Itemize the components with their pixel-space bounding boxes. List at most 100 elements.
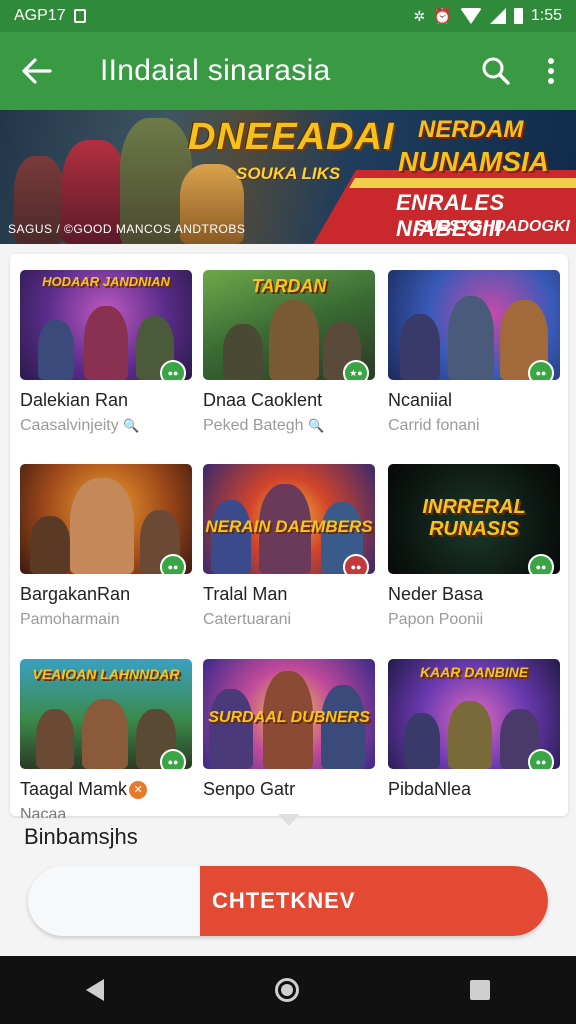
game-logo-text: NERAIN DAEMBERS: [205, 517, 373, 536]
rating-badge: ●●: [160, 749, 186, 769]
game-logo-text: HODAAR JANDNIAN: [42, 274, 170, 289]
character-figure: [269, 300, 319, 380]
character-figure: [30, 516, 70, 574]
character-figure: [321, 685, 365, 769]
game-tile[interactable]: ●● Ncaniial Carrid fonani: [388, 270, 560, 435]
game-subtitle: Pamoharmain: [20, 611, 120, 628]
status-left: AGP17: [14, 7, 86, 25]
banner-subtagline: SUESYGHDADOGKI: [416, 218, 570, 235]
game-subtitle: Nacaa: [20, 806, 67, 818]
nav-back-icon[interactable]: [85, 979, 104, 1001]
alarm-icon: ⏰: [433, 8, 452, 25]
banner-logo-top: NERDAM: [418, 116, 524, 143]
section-pointer: [278, 814, 300, 826]
game-thumbnail: SURDAAL DUBNERS: [203, 659, 375, 769]
character-figure: [448, 296, 494, 380]
game-tile[interactable]: TARDAN ★● Dnaa Caoklent Peked Bategh 🔍: [203, 270, 375, 435]
game-title: Senpo Gatr: [203, 779, 296, 799]
vibrate-icon: ✲: [413, 7, 426, 24]
game-subtitle: Catertuarani: [203, 611, 292, 628]
game-title: Taagal Mamk ✕: [20, 779, 192, 800]
game-thumbnail: HODAAR JANDNIAN ●●: [20, 270, 192, 380]
cta-label: CHTETKNEV: [212, 888, 356, 913]
game-tile[interactable]: INRRERAL RUNASIS ●● Neder Basa Papon Poo…: [388, 464, 560, 629]
status-bar: AGP17 ✲ ⏰ 1:55: [0, 0, 576, 32]
rating-badge: ●●: [160, 360, 186, 380]
banner-yellow-stripe: [349, 178, 576, 188]
clock: 1:55: [530, 7, 562, 24]
rating-badge: ●●: [528, 360, 554, 380]
game-title: BargakanRan: [20, 584, 131, 604]
rating-badge: ●●: [528, 554, 554, 574]
character-figure: [36, 709, 74, 769]
search-button[interactable]: [466, 32, 526, 110]
arrow-left-icon: [22, 58, 52, 84]
wifi-icon: [459, 8, 482, 24]
game-logo-text: VEAIOAN LAHNNDAR: [32, 666, 180, 682]
character-figure: [404, 713, 440, 769]
game-thumbnail: INRRERAL RUNASIS ●●: [388, 464, 560, 574]
game-thumbnail: VEAIOAN LAHNNDAR ●●: [20, 659, 192, 769]
game-title: Dalekian Ran: [20, 390, 129, 410]
game-title: Dnaa Caoklent: [203, 390, 323, 410]
search-small-icon: 🔍: [307, 418, 325, 433]
nav-recents-icon[interactable]: [470, 980, 491, 1000]
signal-icon: [489, 8, 506, 24]
app-bar: IIndaial sinarasia: [0, 32, 576, 110]
character-figure: [209, 689, 253, 769]
game-title: Ncaniial: [388, 390, 453, 410]
banner-footer: SAGUS / ©GOOD MANCOS ANDTROBS: [8, 222, 246, 236]
game-title: Tralal Man: [203, 584, 288, 604]
character-figure: [70, 478, 134, 574]
cta-button[interactable]: CHTETKNEV: [28, 866, 548, 936]
game-subtitle: Peked Bategh 🔍: [203, 417, 325, 434]
status-right: ✲ ⏰ 1:55: [413, 7, 562, 25]
game-logo-text: INRRERAL RUNASIS: [422, 496, 526, 540]
game-tile[interactable]: KAAR DANBINE ●● PibdaNlea: [388, 659, 560, 800]
overflow-menu-button[interactable]: [526, 32, 576, 110]
back-button[interactable]: [0, 32, 74, 110]
nav-home-icon[interactable]: [274, 978, 299, 1002]
game-tile[interactable]: ●● BargakanRan Pamoharmain: [20, 464, 192, 629]
game-grid: HODAAR JANDNIAN ●● Dalekian Ran Caasalvi…: [10, 254, 568, 818]
more-vertical-icon: [548, 58, 554, 84]
game-thumbnail: ●●: [388, 270, 560, 380]
game-tile[interactable]: NERAIN DAEMBERS ●● Tralal Man Catertuara…: [203, 464, 375, 629]
character-figure: [448, 701, 492, 769]
search-icon: [482, 57, 510, 85]
promo-banner[interactable]: DNEEADAI SOUKA LIKS NERDAM NUNAMSIA ENRA…: [0, 110, 576, 244]
system-nav-bar: [0, 956, 576, 1024]
character-figure: [38, 320, 74, 380]
character-figure: [84, 306, 128, 380]
game-logo-text: KAAR DANBINE: [419, 664, 529, 680]
cta-left-segment: [28, 866, 204, 936]
notification-icon: [73, 9, 86, 23]
hot-badge-icon: ✕: [129, 781, 148, 800]
game-thumbnail: KAAR DANBINE ●●: [388, 659, 560, 769]
game-subtitle: Papon Poonii: [388, 611, 484, 628]
game-logo-text: SURDAAL DUBNERS: [208, 709, 370, 726]
rating-badge: ★●: [343, 360, 369, 380]
carrier-text: AGP17: [14, 7, 66, 24]
section-label: Binbamsjhs: [24, 824, 138, 849]
game-title: PibdaNlea: [388, 779, 472, 799]
game-tile[interactable]: SURDAAL DUBNERS Senpo Gatr: [203, 659, 375, 800]
game-subtitle: Caasalvinjeity 🔍: [20, 417, 140, 434]
character-figure: [400, 314, 440, 380]
banner-subheadline: SOUKA LIKS: [236, 164, 341, 183]
game-subtitle: Carrid fonani: [388, 417, 480, 434]
battery-icon: [513, 8, 523, 24]
banner-headline: DNEEADAI: [188, 116, 395, 158]
game-tile[interactable]: HODAAR JANDNIAN ●● Dalekian Ran Caasalvi…: [20, 270, 192, 435]
game-thumbnail: ●●: [20, 464, 192, 574]
rating-badge: ●●: [343, 554, 369, 574]
character-figure: [82, 699, 128, 769]
rating-badge: ●●: [528, 749, 554, 769]
game-title: Neder Basa: [388, 584, 484, 604]
character-figure: [211, 500, 251, 574]
game-thumbnail: NERAIN DAEMBERS ●●: [203, 464, 375, 574]
character-figure: [223, 324, 263, 380]
page-title: IIndaial sinarasia: [100, 54, 331, 87]
rating-badge: ●●: [160, 554, 186, 574]
game-tile[interactable]: VEAIOAN LAHNNDAR ●● Taagal Mamk ✕ Nacaa: [20, 659, 192, 818]
